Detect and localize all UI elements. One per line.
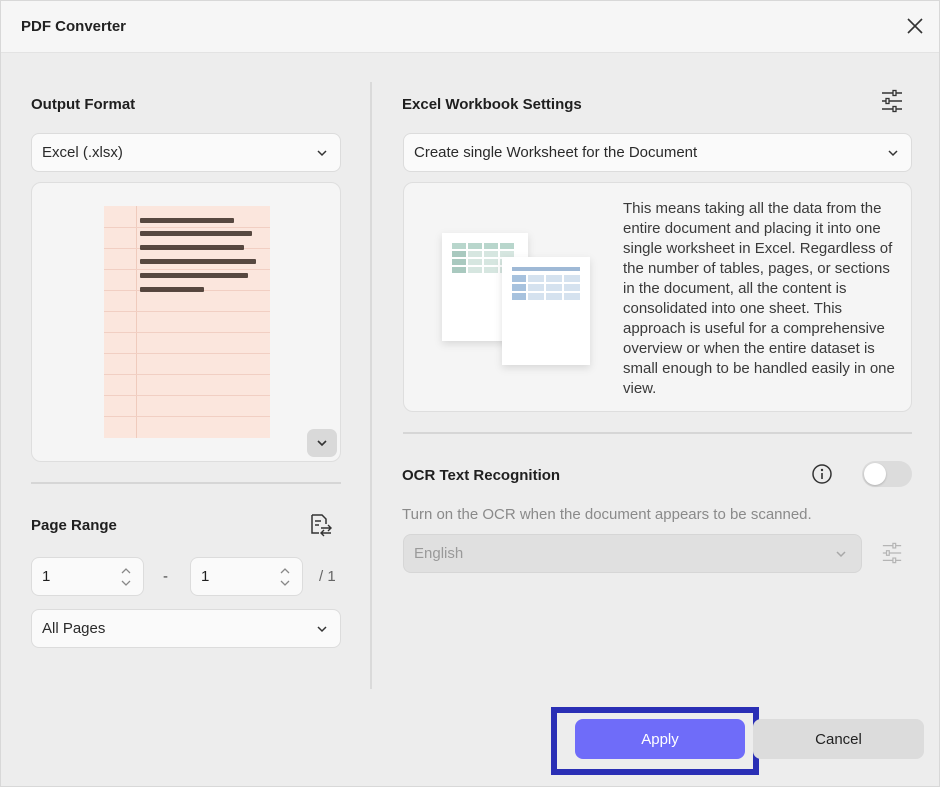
worksheet-mode-value: Create single Worksheet for the Document bbox=[414, 144, 698, 161]
output-format-heading: Output Format bbox=[31, 96, 136, 113]
output-format-select[interactable]: Excel (.xlsx) bbox=[31, 133, 341, 172]
worksheet-mode-description: This means taking all the data from the … bbox=[623, 200, 895, 397]
document-preview bbox=[31, 182, 341, 462]
ocr-heading: OCR Text Recognition bbox=[402, 467, 561, 484]
worksheet-illustration bbox=[442, 233, 590, 365]
ocr-sliders-icon bbox=[881, 541, 903, 565]
chevron-down-icon bbox=[317, 150, 327, 157]
page-swap-icon[interactable] bbox=[308, 512, 334, 538]
info-icon[interactable] bbox=[811, 463, 833, 485]
excel-settings-heading: Excel Workbook Settings bbox=[402, 96, 582, 113]
ocr-language-value: English bbox=[414, 545, 464, 562]
left-divider bbox=[31, 482, 341, 484]
expand-preview-button[interactable] bbox=[307, 429, 337, 457]
page-subset-select[interactable]: All Pages bbox=[31, 609, 341, 648]
total-pages: / 1 bbox=[319, 568, 336, 585]
page-to-value: 1 bbox=[201, 568, 210, 585]
toggle-knob bbox=[864, 463, 886, 485]
worksheet-mode-description-card: This means taking all the data from the … bbox=[403, 182, 912, 412]
preview-page-thumbnail bbox=[104, 206, 270, 438]
close-icon[interactable] bbox=[904, 15, 926, 37]
chevron-down-icon bbox=[317, 626, 327, 633]
ocr-language-select[interactable]: English bbox=[403, 534, 862, 573]
page-subset-value: All Pages bbox=[42, 620, 106, 637]
title-bar: PDF Converter bbox=[1, 1, 939, 53]
dialog-title: PDF Converter bbox=[21, 18, 127, 35]
ocr-hint: Turn on the OCR when the document appear… bbox=[402, 506, 812, 523]
ocr-toggle[interactable] bbox=[862, 461, 912, 487]
worksheet-mode-select[interactable]: Create single Worksheet for the Document bbox=[403, 133, 912, 172]
right-divider bbox=[403, 432, 912, 434]
page-from-value: 1 bbox=[42, 568, 51, 585]
range-separator: - bbox=[163, 568, 168, 585]
cancel-button[interactable]: Cancel bbox=[753, 719, 924, 759]
page-from-input[interactable]: 1 bbox=[31, 557, 144, 596]
pdf-converter-dialog: PDF Converter Output Format Excel (.xlsx… bbox=[0, 0, 940, 787]
output-format-value: Excel (.xlsx) bbox=[42, 144, 123, 161]
page-to-input[interactable]: 1 bbox=[190, 557, 303, 596]
apply-button[interactable]: Apply bbox=[575, 719, 745, 759]
stepper-icon[interactable] bbox=[121, 566, 131, 588]
chevron-down-icon bbox=[888, 150, 898, 157]
column-divider bbox=[370, 82, 372, 689]
chevron-down-icon bbox=[317, 440, 327, 447]
chevron-down-icon bbox=[836, 551, 846, 558]
sliders-icon[interactable] bbox=[880, 89, 904, 113]
page-range-heading: Page Range bbox=[31, 517, 117, 534]
stepper-icon[interactable] bbox=[280, 566, 290, 588]
